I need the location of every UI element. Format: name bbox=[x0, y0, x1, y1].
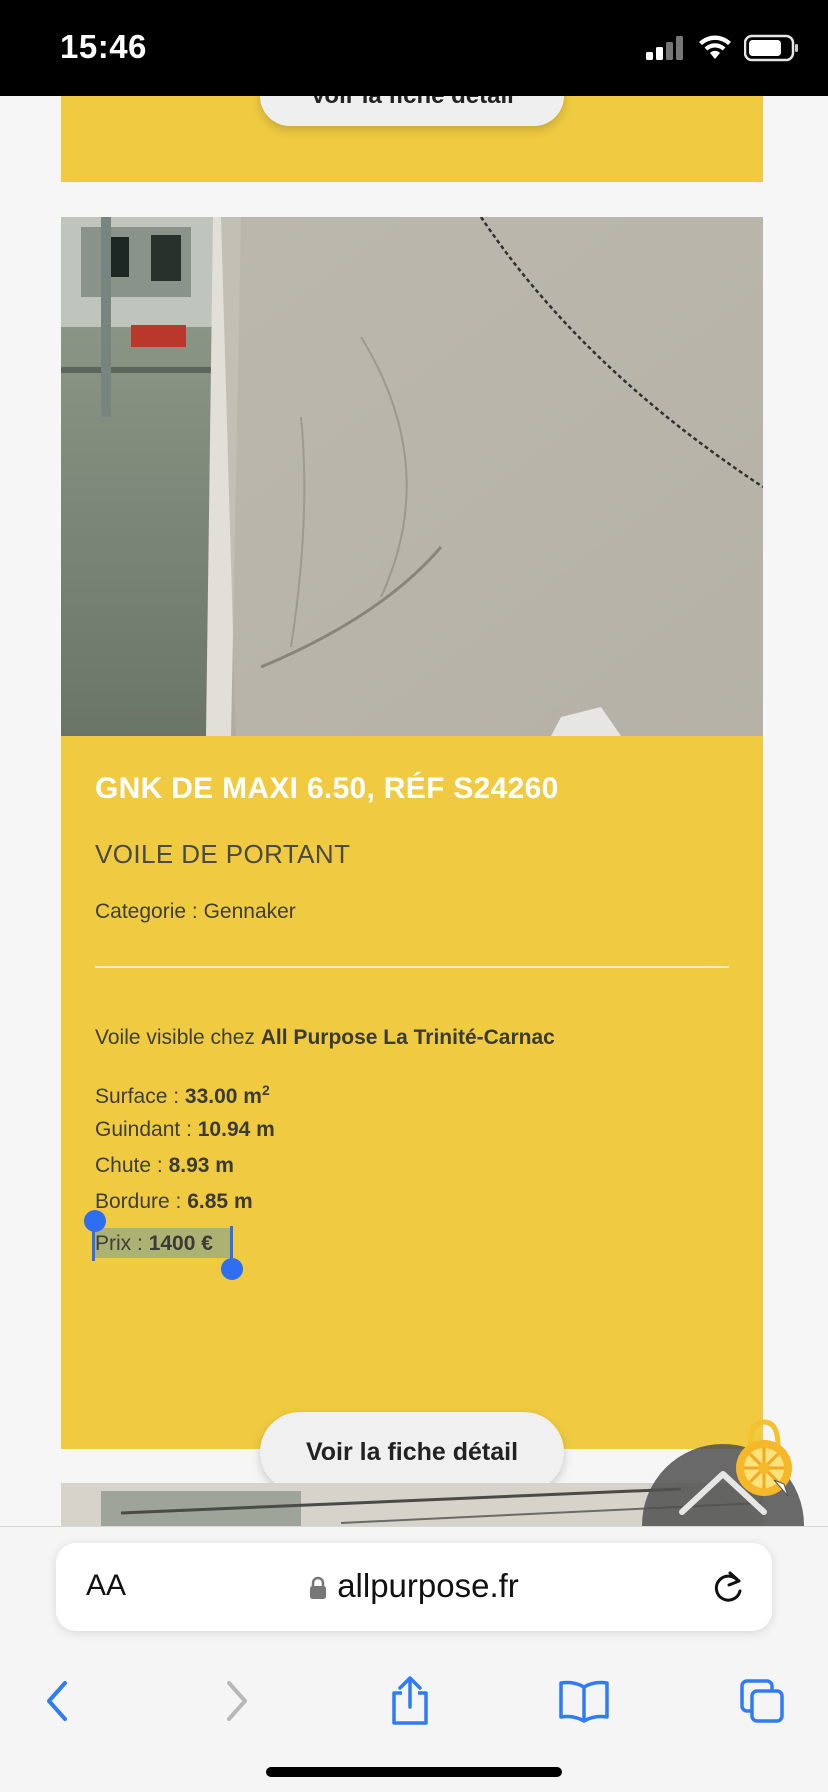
bookmarks-button[interactable] bbox=[554, 1671, 614, 1731]
sail-subtitle: VOILE DE PORTANT bbox=[95, 839, 351, 869]
location-value: All Purpose La Trinité-Carnac bbox=[260, 1026, 555, 1049]
spec-value: 8.93 m bbox=[168, 1154, 234, 1177]
lock-icon bbox=[310, 1577, 327, 1600]
sail-photo bbox=[61, 217, 763, 736]
tabs-button[interactable] bbox=[732, 1671, 792, 1731]
previous-detail-button[interactable]: Voir la fiche détail bbox=[260, 96, 564, 126]
spec-value: 10.94 m bbox=[197, 1118, 275, 1141]
spec-chute: Chute : 8.93 m bbox=[95, 1154, 234, 1178]
url-display[interactable]: allpurpose.fr bbox=[56, 1567, 772, 1605]
share-button[interactable] bbox=[380, 1671, 440, 1731]
spec-label: Surface : bbox=[95, 1085, 180, 1108]
category-line: Categorie : Gennaker bbox=[95, 900, 296, 924]
price-line[interactable]: Prix : 1400 € bbox=[95, 1232, 213, 1256]
divider bbox=[95, 966, 729, 968]
spec-label: Bordure : bbox=[95, 1190, 182, 1213]
back-icon bbox=[47, 1681, 67, 1721]
spec-label: Chute : bbox=[95, 1154, 163, 1177]
selection-handle-start[interactable] bbox=[84, 1210, 106, 1232]
spec-guindant: Guindant : 10.94 m bbox=[95, 1118, 275, 1142]
browser-chrome: AA allpurpose.fr bbox=[0, 1526, 828, 1792]
signal-icon bbox=[646, 36, 683, 60]
bookmarks-icon bbox=[559, 1680, 609, 1723]
price-label: Prix : bbox=[95, 1232, 143, 1255]
status-bar: 15:46 bbox=[0, 0, 828, 96]
spec-superscript: 2 bbox=[261, 1082, 270, 1098]
back-button[interactable] bbox=[28, 1671, 88, 1731]
sail-card: GNK DE MAXI 6.50, RÉF S24260 VOILE DE PO… bbox=[61, 217, 763, 1492]
reload-icon[interactable] bbox=[710, 1567, 746, 1607]
category-value: Gennaker bbox=[203, 900, 296, 923]
spec-value: 6.85 m bbox=[187, 1190, 253, 1213]
spec-value: 33.00 m bbox=[184, 1085, 262, 1108]
previous-card: Voir la fiche détail bbox=[61, 96, 763, 182]
status-time: 15:46 bbox=[60, 28, 147, 65]
sail-photo-image bbox=[61, 217, 763, 736]
forward-button[interactable] bbox=[206, 1671, 266, 1731]
tabs-icon bbox=[740, 1679, 784, 1723]
browser-toolbar bbox=[0, 1653, 828, 1743]
lifebuoy-widget[interactable] bbox=[730, 1412, 798, 1502]
spec-bordure: Bordure : 6.85 m bbox=[95, 1190, 253, 1214]
location-line: Voile visible chez All Purpose La Trinit… bbox=[95, 1026, 555, 1050]
battery-icon bbox=[744, 34, 798, 62]
share-icon bbox=[392, 1676, 428, 1725]
address-bar[interactable]: AA allpurpose.fr bbox=[56, 1543, 772, 1631]
web-page: Voir la fiche détail bbox=[0, 96, 828, 1526]
home-indicator bbox=[266, 1767, 562, 1777]
detail-button[interactable]: Voir la fiche détail bbox=[260, 1412, 564, 1492]
lifebuoy-icon bbox=[736, 1419, 792, 1497]
url-text: allpurpose.fr bbox=[337, 1567, 519, 1604]
status-icons bbox=[646, 34, 800, 62]
spec-label: Guindant : bbox=[95, 1118, 192, 1141]
sail-title: GNK DE MAXI 6.50, RÉF S24260 bbox=[95, 772, 559, 805]
price-value: 1400 € bbox=[148, 1232, 213, 1255]
screen: 15:46 Voir la fiche détail bbox=[0, 0, 828, 1792]
selection-handle-end[interactable] bbox=[221, 1258, 243, 1280]
selection-caret-start bbox=[92, 1221, 95, 1261]
forward-icon bbox=[227, 1681, 247, 1721]
location-label: Voile visible chez bbox=[95, 1026, 255, 1049]
category-label: Categorie : bbox=[95, 900, 198, 923]
wifi-icon bbox=[699, 35, 731, 59]
spec-surface: Surface : 33.00 m2 bbox=[95, 1082, 270, 1109]
